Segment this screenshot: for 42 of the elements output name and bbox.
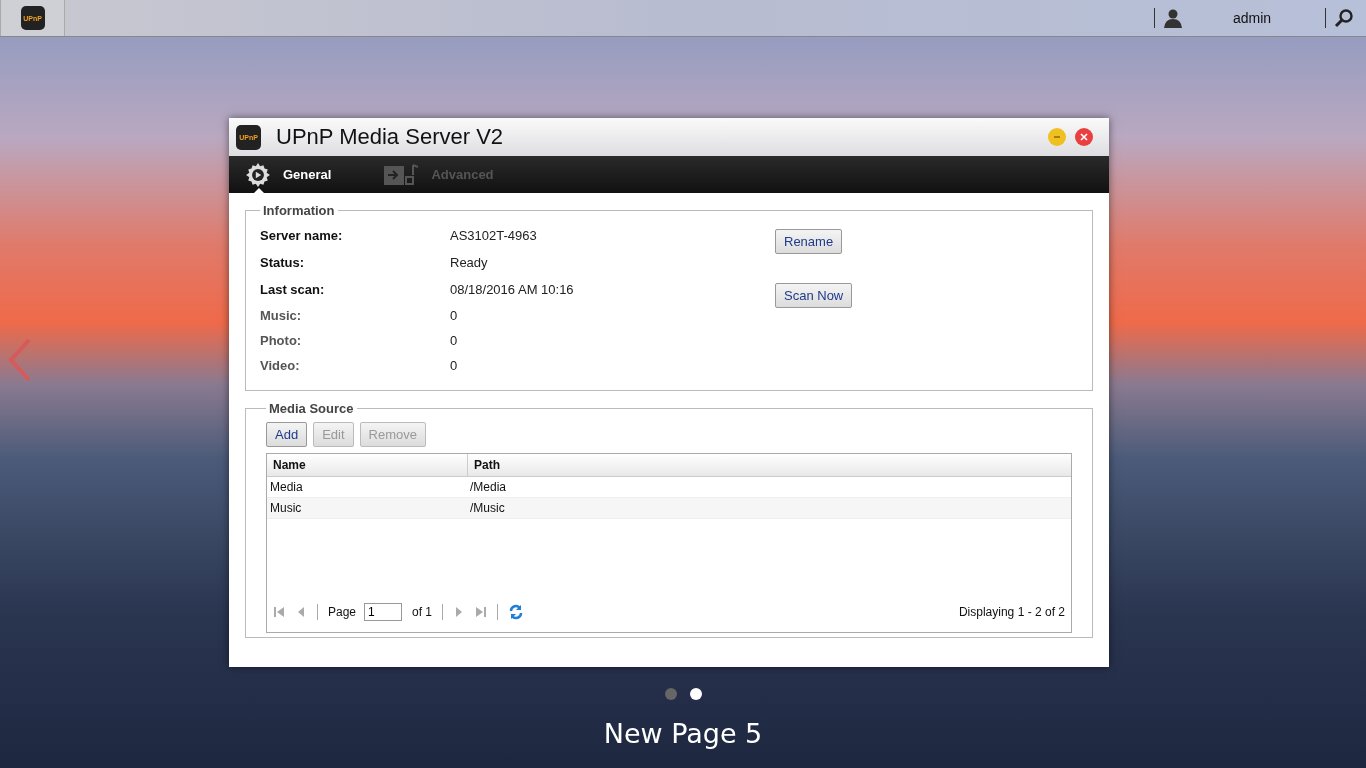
panel-legend: Information: [260, 203, 338, 218]
panel-legend: Media Source: [266, 401, 357, 416]
field-label: Video:: [260, 358, 301, 373]
field-label: Music:: [260, 308, 303, 323]
user-name[interactable]: admin: [1187, 10, 1317, 26]
field-label: Status:: [260, 255, 306, 270]
field-label: Photo:: [260, 333, 303, 348]
page-label: Page: [328, 605, 357, 619]
search-icon[interactable]: [1334, 8, 1354, 28]
field-value: Ready: [450, 255, 489, 270]
action-button[interactable]: Scan Now: [775, 283, 853, 308]
table-cell-text: Media: [269, 479, 304, 496]
last-page-icon[interactable]: [475, 606, 488, 618]
table-cell-text: /Media: [469, 479, 508, 496]
field-value: 0: [450, 358, 459, 373]
table-cell-text: /Music: [469, 500, 506, 517]
page-count: of 1: [412, 605, 433, 619]
film-music-icon: [383, 162, 420, 187]
tab[interactable]: General: [245, 156, 344, 193]
page-input[interactable]: 1: [364, 603, 403, 621]
first-page-icon[interactable]: [273, 606, 285, 618]
field-value: AS3102T-4963: [450, 228, 538, 243]
user-icon[interactable]: [1163, 8, 1183, 28]
column-header[interactable]: Path: [468, 454, 1071, 476]
close-icon: [1079, 132, 1089, 142]
page-title: New Page 5: [602, 718, 764, 749]
window-title: UPnP Media Server V2: [276, 124, 504, 150]
field-label: Server name:: [260, 228, 344, 243]
display-count: Displaying 1 - 2 of 2: [958, 605, 1065, 619]
refresh-icon[interactable]: [508, 604, 525, 620]
gear-icon: [245, 161, 271, 188]
field-value: 08/18/2016 AM 10:16: [450, 282, 575, 297]
field-label: Last scan:: [260, 282, 326, 297]
field-value: 0: [450, 333, 459, 348]
column-header[interactable]: Name: [267, 454, 468, 476]
toolbar-button[interactable]: Add: [266, 422, 308, 447]
close-button[interactable]: [1075, 128, 1093, 146]
minimize-button[interactable]: [1048, 128, 1066, 146]
field-value: 0: [450, 308, 459, 323]
table-cell-text: Music: [269, 500, 303, 517]
table-row[interactable]: Music /Music: [267, 498, 1071, 519]
action-button[interactable]: Rename: [775, 229, 843, 254]
